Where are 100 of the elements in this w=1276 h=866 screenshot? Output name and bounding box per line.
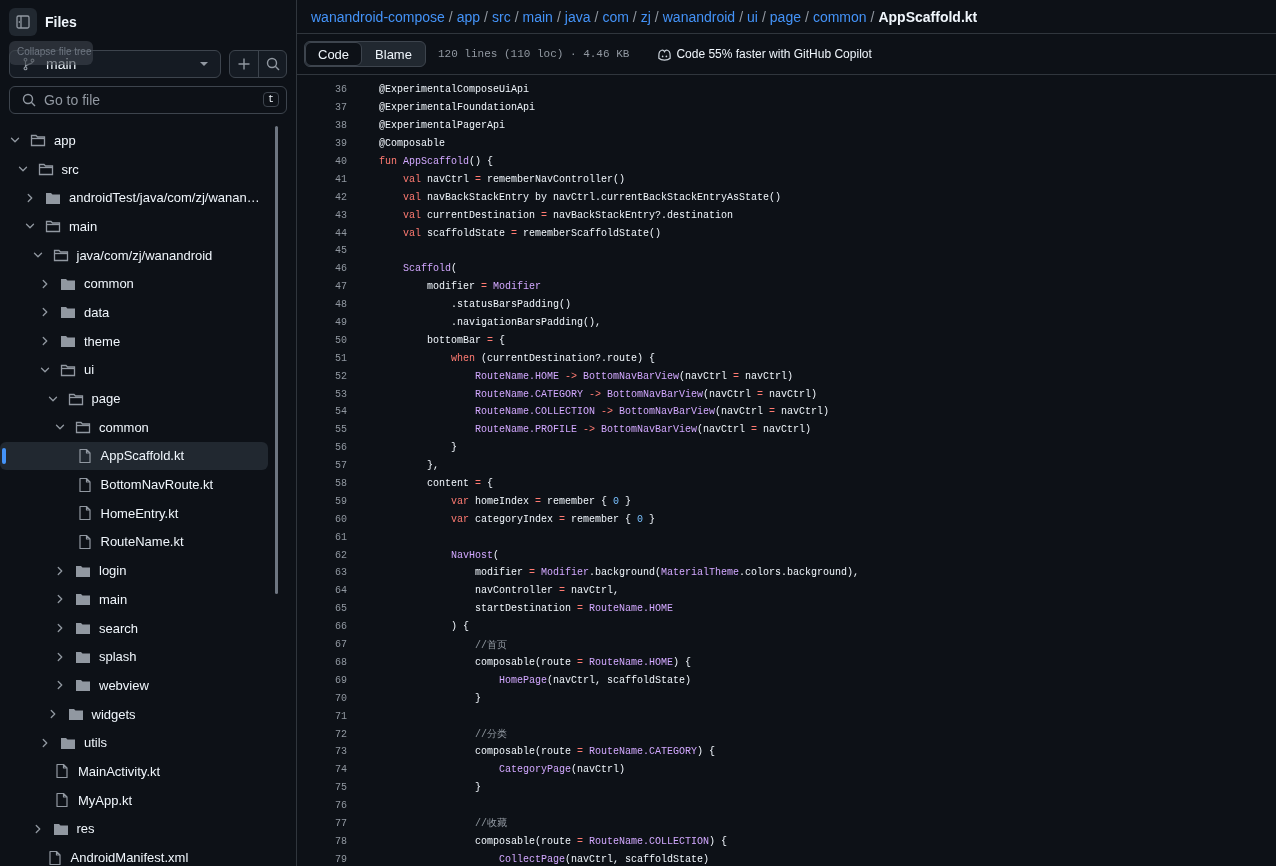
file-icon	[46, 849, 63, 866]
code-line: .statusBarsPadding()	[450, 299, 572, 311]
folder-icon	[37, 161, 54, 178]
file-item[interactable]: RouteName.kt	[0, 527, 268, 557]
folder-item[interactable]: common	[0, 269, 268, 299]
breadcrumb-link[interactable]: wanandroid	[662, 8, 736, 25]
file-item[interactable]: AndroidManifest.xml	[0, 843, 268, 866]
folder-item[interactable]: search	[0, 613, 268, 643]
line-number: 78	[334, 835, 347, 847]
code-line: },	[426, 460, 439, 472]
breadcrumb-link[interactable]: zj	[640, 8, 651, 25]
code-line: composable(route = RouteName.COLLECTION) {	[474, 835, 728, 847]
file-item[interactable]: MyApp.kt	[0, 785, 268, 815]
view-tab[interactable]: Code	[305, 42, 363, 66]
code-line: val currentDestination = navBackStackEntry?.destination	[402, 209, 734, 221]
line-number: 70	[334, 692, 347, 704]
code-line: startDestination = RouteName.HOME	[474, 603, 674, 615]
file-info: 120 lines (110 loc) · 4.46 KB	[437, 48, 630, 60]
breadcrumb-separator: /	[654, 8, 659, 25]
code-line: @ExperimentalPagerApi	[379, 120, 506, 132]
sidebar-toggle-icon	[15, 14, 31, 30]
breadcrumb-link[interactable]: com	[602, 8, 629, 25]
search-icon	[264, 56, 281, 72]
file-item[interactable]: BottomNavRoute.kt	[0, 470, 268, 499]
code-line: var homeIndex = remember { 0 }	[450, 495, 632, 507]
folder-item[interactable]: theme	[0, 326, 268, 356]
code-line: var categoryIndex = remember { 0 }	[450, 513, 656, 525]
line-number: 58	[334, 478, 347, 490]
folder-item[interactable]: webview	[0, 671, 268, 700]
code-line: NavHost(	[450, 549, 500, 561]
scrollbar-thumb[interactable]	[275, 126, 278, 594]
code-line: fun AppScaffold() {	[379, 156, 494, 167]
line-number: 42	[334, 191, 347, 203]
code-line: }	[474, 692, 482, 704]
line-number: 39	[334, 138, 347, 150]
line-number: 53	[334, 388, 347, 400]
caret-icon	[200, 62, 208, 66]
folder-icon	[60, 304, 76, 321]
code-line: CategoryPage(navCtrl)	[498, 764, 626, 776]
breadcrumb-separator: /	[514, 8, 519, 25]
breadcrumb-link[interactable]: page	[769, 8, 801, 25]
breadcrumb-link[interactable]: common	[812, 8, 867, 25]
file-item[interactable]: AppScaffold.kt	[0, 441, 268, 471]
code-line: composable(route = RouteName.CATEGORY) {	[474, 746, 716, 758]
code-line: RouteName.COLLECTION -> BottomNavBarView(navCtrl = navCtrl)	[474, 406, 830, 418]
folder-icon	[67, 706, 84, 723]
line-number: 57	[334, 460, 347, 472]
line-number: 72	[334, 728, 347, 740]
line-number: 43	[334, 209, 347, 221]
line-number: 64	[334, 585, 347, 597]
breadcrumb-separator: /	[739, 8, 744, 25]
code-line: content = {	[426, 478, 494, 490]
breadcrumb-link[interactable]: wanandroid-compose	[311, 8, 445, 25]
folder-item[interactable]: app	[0, 126, 268, 155]
code-line: .navigationBarsPadding(),	[450, 317, 602, 328]
code-line: ) {	[450, 621, 469, 633]
breadcrumb-link[interactable]: main	[522, 8, 553, 25]
folder-item[interactable]: androidTest/java/com/zj/wanan…	[0, 183, 268, 213]
sidebar-title: Files	[45, 14, 77, 30]
breadcrumb-link[interactable]: src	[492, 8, 511, 25]
folder-item[interactable]: splash	[0, 642, 268, 672]
line-number: 75	[334, 782, 347, 794]
folder-item[interactable]: main	[0, 585, 268, 614]
line-number: 51	[334, 352, 347, 364]
breadcrumb-link[interactable]: app	[456, 8, 481, 25]
folder-item[interactable]: login	[0, 556, 268, 585]
folder-item[interactable]: java/com/zj/wanandroid	[0, 240, 268, 270]
line-number: 66	[334, 621, 347, 633]
collapse-sidebar-button[interactable]	[9, 8, 37, 36]
folder-item[interactable]: widgets	[0, 699, 268, 729]
folder-item[interactable]: res	[0, 814, 268, 844]
line-number: 76	[334, 800, 347, 812]
folder-icon	[30, 132, 46, 149]
breadcrumb-separator: /	[484, 8, 488, 25]
line-number: 54	[334, 406, 347, 418]
copilot-promo-text[interactable]: Code 55% faster with GitHub Copilot	[676, 47, 872, 61]
line-number: 68	[334, 656, 347, 668]
folder-item[interactable]: ui	[0, 355, 268, 385]
code-line: CollectPage(navCtrl, scaffoldState)	[498, 853, 710, 865]
folder-item[interactable]: main	[0, 212, 268, 241]
breadcrumb-current-file: AppScaffold.kt	[878, 8, 978, 25]
file-item[interactable]: HomeEntry.kt	[0, 498, 268, 528]
line-number: 55	[334, 424, 347, 436]
folder-item[interactable]: utils	[0, 728, 268, 758]
breadcrumb-separator: /	[594, 8, 599, 25]
breadcrumb-link[interactable]: ui	[747, 8, 758, 25]
view-tab[interactable]: Blame	[362, 42, 425, 66]
line-number: 36	[334, 84, 347, 96]
breadcrumb-separator: /	[632, 8, 637, 25]
folder-item[interactable]: page	[0, 384, 268, 413]
line-number: 63	[334, 567, 347, 579]
file-icon	[76, 447, 93, 464]
file-item[interactable]: MainActivity.kt	[0, 757, 268, 786]
folder-item[interactable]: common	[0, 412, 268, 442]
breadcrumb-link[interactable]: java	[564, 8, 591, 25]
line-number: 77	[334, 817, 347, 829]
folder-item[interactable]: src	[0, 154, 268, 184]
line-number: 40	[334, 156, 347, 167]
file-icon	[54, 792, 70, 809]
folder-item[interactable]: data	[0, 298, 268, 327]
